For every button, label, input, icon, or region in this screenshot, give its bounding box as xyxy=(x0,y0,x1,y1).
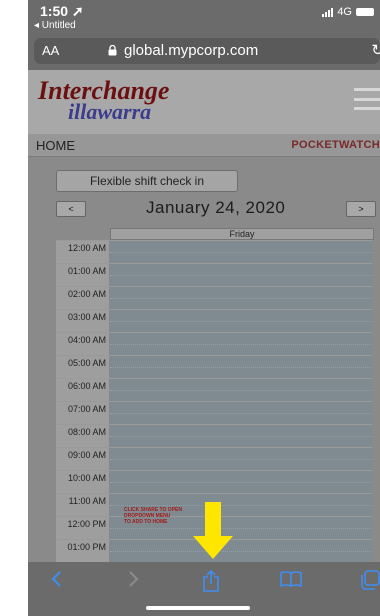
time-label: 12:00 AM xyxy=(67,243,106,253)
page-content: Interchange illawarra HOME POCKETWATCH F… xyxy=(28,70,380,562)
instruction-annotation: CLICK SHARE TO OPEN DROPDOWN MENU TO ADD… xyxy=(124,507,182,525)
share-icon[interactable] xyxy=(202,569,220,597)
time-label: 06:00 AM xyxy=(67,381,106,391)
brand-logo: POCKETWATCH xyxy=(291,139,380,151)
back-to-app[interactable]: ◂ Untitled xyxy=(34,20,76,31)
url-text[interactable]: global.mypcorp.com xyxy=(124,42,258,59)
arrow-down-icon xyxy=(192,502,234,562)
flexible-shift-checkin-button[interactable]: Flexible shift check in xyxy=(56,170,238,192)
time-label: 01:00 PM xyxy=(67,542,106,552)
time-row[interactable]: 03:00 AM xyxy=(56,309,372,332)
time-row[interactable]: 09:00 AM xyxy=(56,447,372,470)
back-icon[interactable] xyxy=(50,570,62,593)
time-label: 12:00 PM xyxy=(67,519,106,529)
logo-line2: illawarra xyxy=(68,99,152,124)
time-row[interactable]: 01:00 AM xyxy=(56,263,372,286)
time-label: 05:00 AM xyxy=(67,358,106,368)
time-label: 02:00 AM xyxy=(67,289,106,299)
annotation-line: TO ADD TO HOME xyxy=(124,519,168,525)
prev-day-button[interactable]: < xyxy=(56,201,86,217)
day-header: Friday xyxy=(110,228,374,240)
home-bar: HOME POCKETWATCH xyxy=(28,134,380,157)
network-label: 4G xyxy=(337,6,352,18)
left-gutter xyxy=(0,0,28,616)
time-label: 07:00 AM xyxy=(67,404,106,414)
time-row[interactable]: 04:00 AM xyxy=(56,332,372,355)
tabs-icon[interactable] xyxy=(360,570,380,595)
address-bar[interactable]: AA global.mypcorp.com ↻ xyxy=(34,38,380,64)
time-label: 01:00 AM xyxy=(67,266,106,276)
time-row[interactable]: 07:00 AM xyxy=(56,401,372,424)
time-row[interactable]: 12:00 AM xyxy=(56,240,372,263)
site-header: Interchange illawarra xyxy=(28,70,380,134)
time-row[interactable]: 10:00 AM xyxy=(56,470,372,493)
calendar-date: January 24, 2020 xyxy=(146,198,286,217)
status-bar: 1:50 ➚ ◂ Untitled 4G xyxy=(28,0,380,36)
forward-icon[interactable] xyxy=(128,570,140,593)
reload-icon[interactable]: ↻ xyxy=(371,41,380,59)
home-link[interactable]: HOME xyxy=(36,138,75,153)
home-indicator[interactable] xyxy=(146,606,250,610)
book-icon[interactable] xyxy=(280,570,302,593)
time-label: 11:00 AM xyxy=(68,496,106,506)
time-row[interactable]: 08:00 AM xyxy=(56,424,372,447)
time-row[interactable]: 06:00 AM xyxy=(56,378,372,401)
time-label: 08:00 AM xyxy=(67,427,106,437)
menu-icon[interactable] xyxy=(354,88,380,110)
time-label: 09:00 AM xyxy=(67,450,106,460)
status-right: 4G xyxy=(322,6,374,18)
signal-icon xyxy=(322,7,334,17)
phone-screen: 1:50 ➚ ◂ Untitled 4G AA global.mypcorp.c… xyxy=(28,0,380,616)
time-row[interactable]: 02:00 AM xyxy=(56,286,372,309)
browser-toolbar xyxy=(28,562,380,616)
status-time: 1:50 ➚ xyxy=(40,3,84,19)
text-size-button[interactable]: AA xyxy=(42,43,59,58)
time-label: 10:00 AM xyxy=(67,473,106,483)
time-row[interactable]: 05:00 AM xyxy=(56,355,372,378)
next-day-button[interactable]: > xyxy=(346,201,376,217)
lock-icon xyxy=(108,44,117,59)
site-logo[interactable]: Interchange illawarra xyxy=(38,78,169,124)
time-label: 03:00 AM xyxy=(67,312,106,322)
time-label: 04:00 AM xyxy=(67,335,106,345)
battery-icon xyxy=(356,8,374,16)
